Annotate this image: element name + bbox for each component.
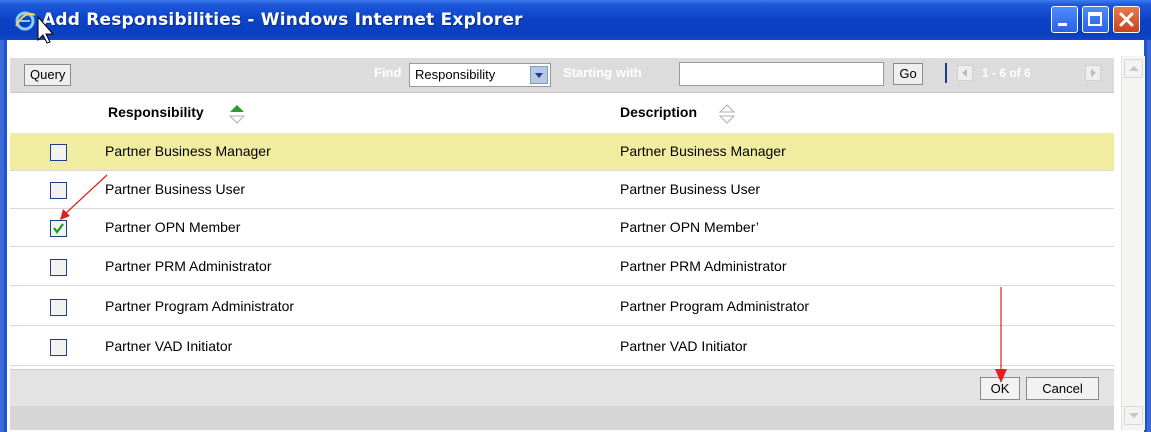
close-button[interactable] <box>1113 6 1140 33</box>
scroll-down-icon[interactable] <box>1124 406 1143 425</box>
window-title: Add Responsibilities - Windows Internet … <box>42 10 523 30</box>
sort-icon[interactable] <box>718 104 736 124</box>
title-bar[interactable]: Add Responsibilities - Windows Internet … <box>0 0 1151 40</box>
status-bar <box>10 406 1114 430</box>
column-header-responsibility[interactable]: Responsibility <box>108 104 204 120</box>
table-row[interactable]: Partner VAD Initiator Partner VAD Initiat… <box>10 328 1114 366</box>
description-cell: Partner Business User <box>620 181 761 197</box>
row-checkbox[interactable] <box>50 259 67 276</box>
description-cell: Partner PRM Administrator <box>620 258 787 274</box>
row-checkbox[interactable] <box>50 299 67 316</box>
query-button[interactable]: Query <box>24 64 72 86</box>
starting-with-label: Starting with <box>563 65 642 80</box>
find-label: Find <box>374 65 402 80</box>
checkmark-icon <box>53 223 64 234</box>
row-checkbox[interactable] <box>50 144 67 161</box>
row-checkbox[interactable] <box>50 339 67 356</box>
column-header-description[interactable]: Description <box>620 104 697 120</box>
toolbar-divider <box>945 63 947 83</box>
table-row[interactable]: Partner OPN Member Partner OPN Member’ <box>10 209 1114 247</box>
maximize-icon <box>1088 12 1102 26</box>
close-icon <box>1119 12 1134 27</box>
minimize-button[interactable] <box>1051 6 1078 33</box>
description-cell: Partner Business Manager <box>620 143 786 159</box>
browser-window: Add Responsibilities - Windows Internet … <box>0 0 1151 432</box>
table-row[interactable]: Partner Business User Partner Business Us… <box>10 171 1114 209</box>
result-range: 1 - 6 of 6 <box>982 66 1031 80</box>
minimize-icon <box>1058 23 1067 26</box>
go-button[interactable]: Go <box>893 63 923 85</box>
find-select[interactable]: Responsibility <box>409 63 551 87</box>
responsibility-cell: Partner PRM Administrator <box>105 258 272 274</box>
starting-with-input[interactable] <box>679 62 884 86</box>
scroll-up-icon[interactable] <box>1124 59 1143 78</box>
previous-page-icon[interactable] <box>957 65 973 81</box>
search-toolbar <box>10 58 1114 93</box>
responsibility-cell: Partner VAD Initiator <box>105 338 233 354</box>
cancel-button[interactable]: Cancel <box>1026 377 1099 400</box>
description-cell: Partner Program Administrator <box>620 298 810 314</box>
table-row[interactable]: Partner Program Administrator Partner Pro… <box>10 288 1114 326</box>
internet-explorer-icon <box>15 11 36 31</box>
responsibility-cell: Partner OPN Member <box>105 219 241 235</box>
responsibility-cell: Partner Program Administrator <box>105 298 295 314</box>
maximize-button[interactable] <box>1082 6 1109 33</box>
chevron-down-icon[interactable] <box>530 66 548 84</box>
vertical-scrollbar[interactable] <box>1121 56 1145 430</box>
ok-button[interactable]: OK <box>980 377 1020 400</box>
responsibility-cell: Partner Business Manager <box>105 143 271 159</box>
description-cell: Partner OPN Member’ <box>620 219 760 235</box>
row-checkbox[interactable] <box>50 182 67 199</box>
responsibility-cell: Partner Business User <box>105 181 246 197</box>
table-row[interactable]: Partner PRM Administrator Partner PRM Adm… <box>10 248 1114 286</box>
table-row[interactable]: Partner Business Manager Partner Business… <box>10 133 1114 171</box>
sort-ascending-icon[interactable] <box>228 104 246 124</box>
dialog-footer <box>10 369 1114 407</box>
find-select-value: Responsibility <box>415 67 496 82</box>
next-page-icon[interactable] <box>1085 65 1101 81</box>
description-cell: Partner VAD Initiator <box>620 338 748 354</box>
row-checkbox[interactable] <box>50 220 67 237</box>
